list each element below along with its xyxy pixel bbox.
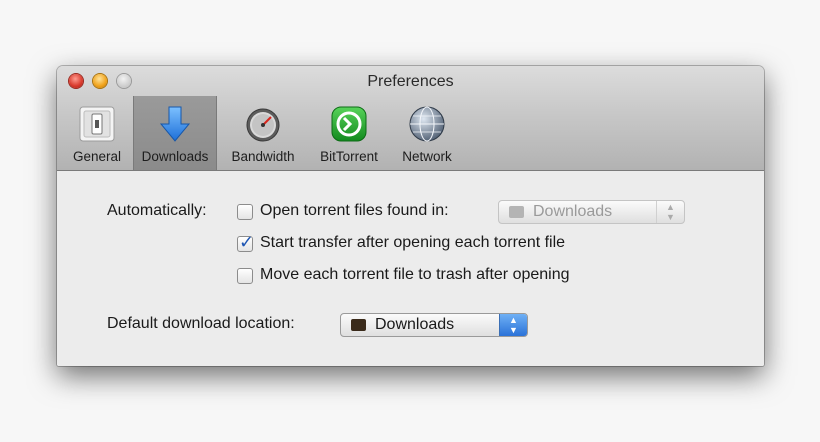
- bittorrent-logo-icon: [329, 104, 369, 144]
- tab-bandwidth[interactable]: Bandwidth: [221, 96, 305, 170]
- speedometer-icon: [243, 104, 283, 144]
- move-to-trash-label: Move each torrent file to trash after op…: [260, 266, 570, 283]
- tab-general-label: General: [72, 149, 122, 164]
- start-transfer-checkbox[interactable]: ✓: [237, 232, 255, 252]
- watch-folder-value: Downloads: [533, 203, 613, 220]
- automatically-label: Automatically:: [107, 202, 207, 219]
- folder-icon: [509, 206, 524, 218]
- start-transfer-label: Start transfer after opening each torren…: [260, 234, 566, 251]
- folder-icon: [351, 319, 366, 331]
- watch-folder-popup[interactable]: Downloads ▲ ▼: [498, 200, 685, 224]
- tab-bittorrent[interactable]: BitTorrent: [309, 96, 389, 170]
- tab-general[interactable]: General: [65, 96, 129, 170]
- preferences-window: Preferences General Downloads Bandwidth …: [57, 66, 764, 366]
- download-arrow-icon: [155, 104, 195, 144]
- chevron-updown-icon: ▲ ▼: [499, 314, 527, 336]
- window-title: Preferences: [367, 73, 454, 90]
- tab-downloads-label: Downloads: [141, 149, 209, 164]
- open-torrent-files-checkbox[interactable]: [237, 204, 253, 220]
- default-location-label: Default download location:: [107, 315, 295, 332]
- tab-downloads[interactable]: Downloads: [133, 96, 217, 170]
- default-location-value: Downloads: [375, 316, 455, 333]
- toolbar: General Downloads Bandwidth BitTorrent N…: [57, 96, 764, 170]
- titlebar: Preferences General Downloads Bandwidth …: [57, 66, 764, 171]
- move-to-trash-checkbox[interactable]: [237, 268, 253, 284]
- checkmark-icon: ✓: [239, 232, 255, 252]
- open-torrent-files-label: Open torrent files found in:: [260, 202, 449, 219]
- tab-bandwidth-label: Bandwidth: [231, 149, 295, 164]
- default-location-popup[interactable]: Downloads ▲ ▼: [340, 313, 528, 337]
- general-switch-icon: [77, 104, 117, 144]
- tab-network[interactable]: Network: [391, 96, 463, 170]
- globe-icon: [407, 104, 447, 144]
- tab-bittorrent-label: BitTorrent: [320, 149, 378, 164]
- chevron-updown-icon: ▲ ▼: [656, 201, 684, 223]
- tab-network-label: Network: [402, 149, 452, 164]
- downloads-pane: Automatically: Open torrent files found …: [57, 171, 764, 366]
